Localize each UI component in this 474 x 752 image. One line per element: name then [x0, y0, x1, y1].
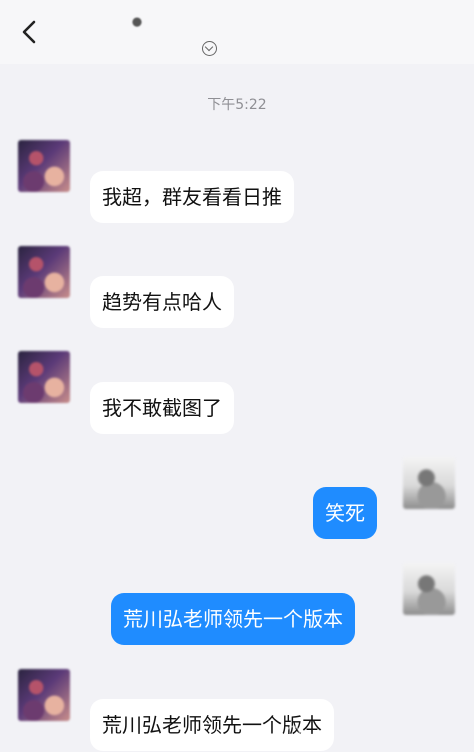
chat-title[interactable]	[140, 10, 360, 36]
message-bubble-incoming[interactable]: 趋势有点哈人	[90, 276, 234, 328]
message-bubble-incoming[interactable]: 荒川弘老师领先一个版本	[90, 699, 334, 751]
avatar[interactable]	[18, 140, 70, 192]
watermark-icon	[286, 726, 300, 740]
message-bubble-outgoing[interactable]: 笑死	[313, 487, 377, 539]
message-bubble-incoming[interactable]: 我超，群友看看日推	[90, 171, 294, 223]
message-bubble-incoming[interactable]: 我不敢截图了	[90, 382, 234, 434]
sender-name	[90, 351, 350, 367]
avatar[interactable]	[403, 457, 455, 509]
sender-name	[90, 669, 350, 685]
back-icon[interactable]	[16, 18, 44, 46]
watermark	[302, 722, 422, 742]
avatar[interactable]	[18, 669, 70, 721]
sender-name	[322, 563, 384, 579]
avatar[interactable]	[18, 246, 70, 298]
message-bubble-outgoing[interactable]: 荒川弘老师领先一个版本	[111, 593, 355, 645]
sender-name	[90, 140, 350, 156]
timestamp: 下午5:22	[207, 97, 267, 113]
sender-name	[322, 457, 384, 473]
avatar[interactable]	[18, 351, 70, 403]
top-bar	[0, 0, 474, 64]
chevron-circle-icon	[202, 40, 217, 56]
chat-subtitle-row[interactable]	[202, 39, 222, 57]
avatar[interactable]	[403, 563, 455, 615]
sender-name	[90, 246, 350, 262]
